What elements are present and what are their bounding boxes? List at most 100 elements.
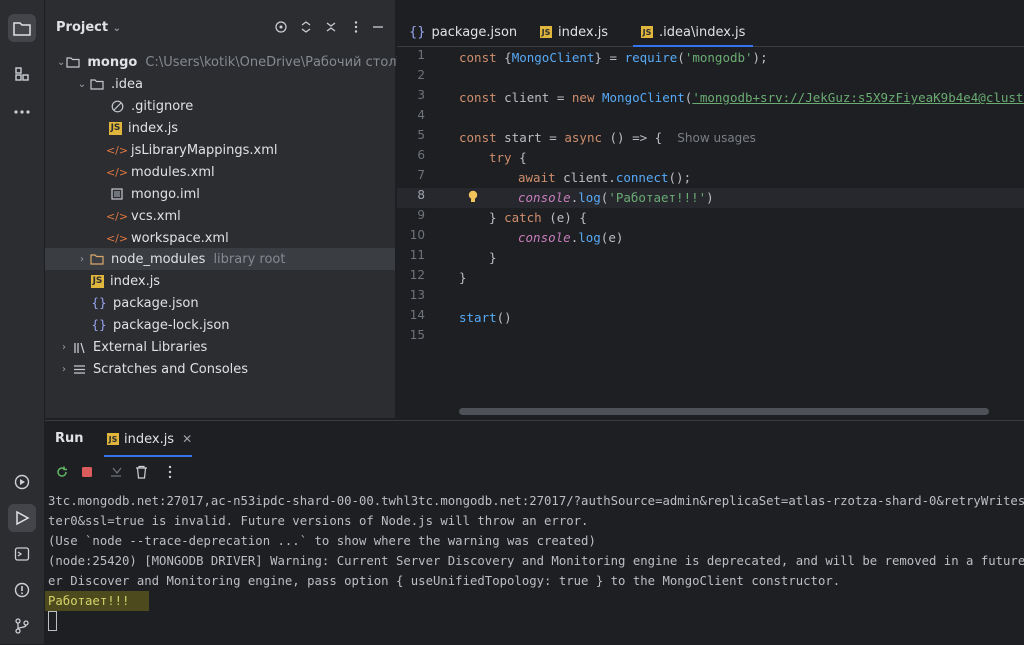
tree-item-label: jsLibraryMappings.xml (131, 142, 278, 158)
minimize-icon[interactable] (371, 20, 385, 34)
git-tool-button[interactable] (8, 612, 36, 640)
json-file-icon: {} (91, 318, 107, 332)
input-cursor[interactable] (48, 611, 57, 631)
editor-tab-bar: {} package.json JS index.js JS .idea\ind… (397, 0, 1024, 47)
more-horizontal-icon (14, 110, 30, 114)
js-file-icon: JS (109, 121, 122, 135)
chevron-right-icon: › (80, 253, 84, 265)
restore-layout-icon[interactable] (107, 463, 125, 481)
tree-item-label: node_modules (111, 251, 206, 267)
collapse-all-icon[interactable] (324, 20, 338, 34)
tree-item-label: package-lock.json (113, 317, 230, 333)
console-line-result: Работает!!! (45, 591, 150, 611)
trash-icon[interactable] (132, 463, 150, 481)
tree-item-path: C:\Users\kotik\OneDrive\Рабочий стол\mon… (145, 54, 439, 70)
tree-item-idea[interactable]: ⌄ .idea (45, 73, 425, 95)
tab-run-index-js[interactable]: JS index.js ✕ (107, 429, 192, 449)
expand-collapse-icon[interactable] (299, 20, 313, 34)
code-line-5: const start = async () => { Show usages (459, 130, 756, 145)
tree-item-external-libraries[interactable]: › External Libraries (45, 336, 407, 358)
chevron-right-icon: › (62, 363, 66, 375)
tree-item-package-json[interactable]: {} package.json (45, 292, 441, 314)
tab-package-json[interactable]: {} package.json (409, 20, 517, 44)
code-line-9: } catch (e) { (489, 210, 587, 225)
json-file-icon: {} (91, 296, 107, 310)
tree-item-index-js-root[interactable]: JS index.js (45, 270, 441, 292)
line-number: 9 (417, 208, 425, 222)
console-line: er Discover and Monitoring engine, pass … (48, 574, 841, 588)
options-icon[interactable] (161, 463, 179, 481)
tree-item-label: .gitignore (131, 98, 194, 114)
tool-window-strip (0, 0, 45, 644)
code-line-11: } (489, 250, 497, 265)
services-tool-button[interactable] (8, 468, 36, 496)
tree-item-label: vcs.xml (131, 208, 181, 224)
run-tool-button[interactable] (8, 504, 36, 532)
rerun-icon[interactable] (53, 463, 71, 481)
tab-label: .idea\index.js (659, 24, 746, 40)
terminal-icon (14, 547, 30, 561)
panel-title: Project (56, 20, 109, 35)
code-line-1: const {MongoClient} = require('mongodb')… (459, 50, 768, 65)
tree-item-node-modules[interactable]: › node_modules library root (45, 248, 395, 270)
lightbulb-icon[interactable] (467, 190, 479, 204)
tab-label: index.js (124, 431, 175, 447)
console-line: ter0&ssl=true is invalid. Future version… (48, 514, 589, 528)
show-usages-link[interactable]: Show usages (677, 131, 756, 145)
project-panel: Project ⌄ ⌄ mongo C:\Users\kotik\OneDriv… (45, 0, 438, 418)
code-line-7: await client.connect(); (518, 170, 692, 185)
xml-file-icon: </> (105, 165, 129, 179)
run-panel: Run JS index.js ✕ 3tc.mongodb.net:27017,… (45, 420, 1024, 645)
tree-item-label: mongo.iml (131, 186, 200, 202)
project-view-selector[interactable]: Project ⌄ (56, 20, 121, 35)
tree-item-label: workspace.xml (131, 230, 229, 246)
tree-item-label: Scratches and Consoles (93, 361, 249, 377)
xml-file-icon: </> (105, 231, 129, 245)
editor-area: {} package.json JS index.js JS .idea\ind… (397, 0, 1024, 418)
code-line-10: console.log(e) (518, 230, 624, 245)
problems-tool-button[interactable] (8, 576, 36, 604)
tree-item-package-lock-json[interactable]: {} package-lock.json (45, 314, 441, 336)
horizontal-scrollbar[interactable] (459, 408, 989, 415)
tab-idea-index-js[interactable]: JS .idea\index.js (632, 20, 754, 47)
code-line-8: console.log('Работает!!!') (518, 190, 714, 205)
console-line: (Use `node --trace-deprecation ...` to s… (48, 534, 596, 548)
line-number: 7 (417, 168, 425, 182)
tree-item-label: index.js (110, 273, 161, 289)
chevron-right-icon: › (62, 341, 66, 353)
close-icon[interactable]: ✕ (182, 432, 192, 446)
line-number: 11 (409, 248, 425, 262)
js-file-icon: JS (107, 433, 119, 445)
active-tab-indicator (104, 455, 192, 457)
gitignore-icon (109, 98, 125, 114)
line-number: 12 (409, 268, 425, 282)
line-number: 1 (417, 48, 425, 62)
options-icon[interactable] (349, 20, 363, 34)
structure-tool-button[interactable] (8, 60, 36, 88)
chevron-down-icon: ⌄ (77, 78, 87, 90)
tab-label: index.js (558, 24, 609, 40)
problems-icon (14, 582, 30, 598)
iml-file-icon (109, 186, 125, 202)
line-number: 6 (417, 148, 425, 162)
tree-item-mongo[interactable]: ⌄ mongo C:\Users\kotik\OneDrive\Рабочий … (45, 51, 438, 73)
tab-label: package.json (431, 24, 518, 40)
terminal-tool-button[interactable] (8, 540, 36, 568)
tab-index-js[interactable]: JS index.js (540, 20, 608, 44)
folder-icon (89, 251, 105, 267)
xml-file-icon: </> (105, 143, 129, 157)
line-number: 13 (409, 288, 425, 302)
tree-item-scratches[interactable]: › Scratches and Consoles (45, 358, 407, 380)
line-number: 10 (409, 228, 425, 242)
stop-icon[interactable] (78, 463, 96, 481)
line-number: 14 (409, 308, 425, 322)
tree-item-label: mongo (87, 54, 138, 70)
project-tool-button[interactable] (8, 14, 36, 42)
library-root-hint: library root (213, 251, 286, 267)
library-icon (71, 339, 87, 355)
run-panel-header: Run JS index.js ✕ (45, 421, 1024, 457)
run-icon (16, 510, 30, 526)
more-tools-button[interactable] (8, 98, 36, 126)
locate-icon[interactable] (274, 20, 288, 34)
line-number: 4 (417, 108, 425, 122)
